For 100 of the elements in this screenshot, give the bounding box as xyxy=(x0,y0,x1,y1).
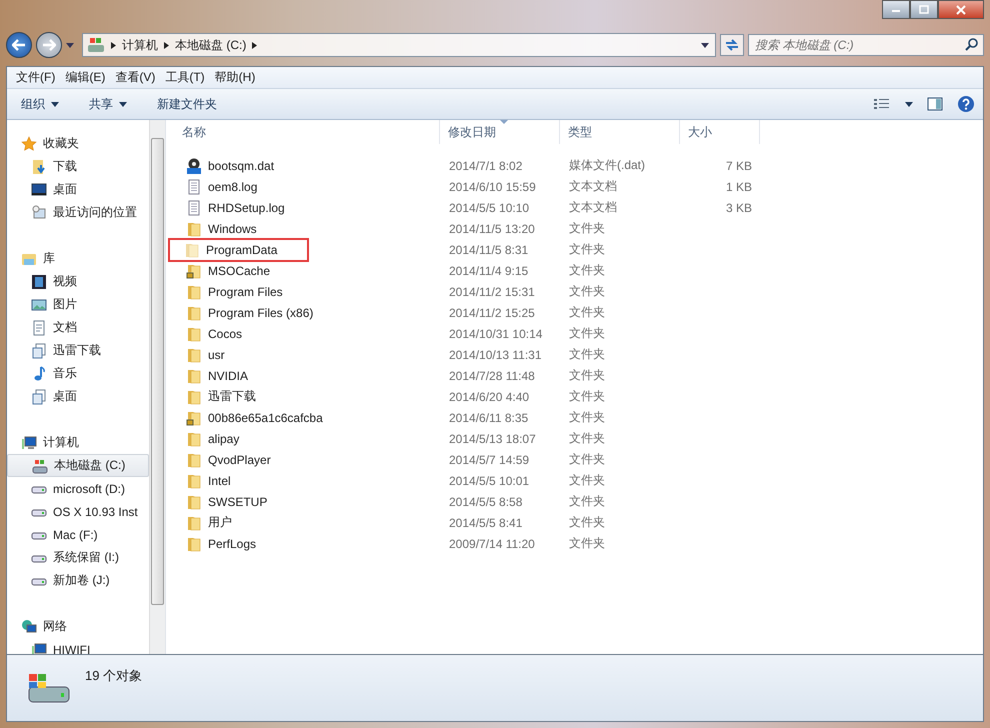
sidebar-heading[interactable]: 库 xyxy=(43,250,55,267)
sidebar-heading[interactable]: 网络 xyxy=(43,618,67,635)
scrollbar[interactable] xyxy=(149,120,165,654)
file-name[interactable]: ProgramData xyxy=(206,242,278,256)
item-count: 19 个对象 xyxy=(85,667,142,685)
sidebar-item[interactable]: 音乐 xyxy=(7,362,149,385)
picture-icon xyxy=(31,296,47,312)
maximize-button[interactable] xyxy=(910,0,938,19)
close-button[interactable] xyxy=(938,0,984,19)
toolbar-button[interactable]: 组织 xyxy=(13,92,67,116)
sidebar-item[interactable]: 迅雷下载 xyxy=(7,339,149,362)
sidebar-heading[interactable]: 计算机 xyxy=(43,434,79,451)
sidebar-item[interactable]: HIWIFI xyxy=(7,638,149,654)
sidebar-item[interactable]: 本地磁盘 (C:) xyxy=(7,454,149,477)
file-name[interactable]: QvodPlayer xyxy=(208,452,271,466)
file-name[interactable]: oem8.log xyxy=(208,180,258,194)
table-cell-text: 2009/7/14 11:20 xyxy=(448,536,536,550)
table-cell-text: 2014/10/31 10:14 xyxy=(448,326,544,340)
sidebar-item[interactable]: 图片 xyxy=(7,293,149,316)
table-cell-text: 媒体文件(.dat) xyxy=(568,157,646,174)
sidebar-item[interactable]: microsoft (D:) xyxy=(7,477,149,500)
menu-item[interactable]: 编辑(E) xyxy=(60,69,110,86)
sidebar-item[interactable]: 桌面 xyxy=(7,178,149,201)
file-name[interactable]: 迅雷下载 xyxy=(208,388,256,405)
menu-item[interactable]: 查看(V) xyxy=(110,69,160,86)
table-cell-text: 2014/11/5 13:20 xyxy=(448,222,536,236)
search-field[interactable]: 搜索 本地磁盘 (C:) xyxy=(748,34,984,56)
back-button[interactable] xyxy=(6,32,32,58)
folder-icon xyxy=(184,242,200,258)
sidebar-item[interactable]: 最近访问的位置 xyxy=(7,201,149,224)
sidebar-item[interactable]: Mac (F:) xyxy=(7,523,149,546)
star-icon xyxy=(21,136,37,152)
search-icon[interactable] xyxy=(965,38,978,51)
table-cell-text: 7 KB xyxy=(724,158,753,172)
chevron-icon[interactable] xyxy=(164,42,169,48)
folder-icon xyxy=(186,536,202,552)
table-cell-text: 文本文档 xyxy=(568,178,618,195)
chevron-icon[interactable] xyxy=(252,42,258,48)
caret-icon[interactable] xyxy=(701,42,709,48)
menu-item[interactable]: 工具(T) xyxy=(160,69,210,86)
caret-icon[interactable] xyxy=(905,102,913,106)
file-name[interactable]: Intel xyxy=(208,474,231,488)
minimize-button[interactable] xyxy=(882,0,910,19)
folder-icon xyxy=(186,304,202,320)
text-file-icon xyxy=(186,200,202,216)
refresh-button[interactable] xyxy=(720,34,744,56)
file-name[interactable]: Cocos xyxy=(208,326,242,340)
address-bar[interactable]: 计算机 本地磁盘 (C:) xyxy=(82,33,716,57)
sidebar-item[interactable]: 新加卷 (J:) xyxy=(7,569,149,592)
file-name[interactable]: alipay xyxy=(208,432,240,446)
forward-button[interactable] xyxy=(36,32,62,58)
menu-item[interactable]: 帮助(H) xyxy=(210,69,260,86)
folder-icon xyxy=(186,452,202,468)
file-name[interactable]: Program Files (x86) xyxy=(208,306,314,320)
table-cell-text: 文件夹 xyxy=(568,451,606,468)
file-name[interactable]: Windows xyxy=(208,222,257,236)
folder-icon xyxy=(186,284,202,300)
sidebar-item[interactable]: 下载 xyxy=(7,155,149,178)
table-cell-text: 文件夹 xyxy=(568,346,606,363)
sidebar-heading[interactable]: 收藏夹 xyxy=(43,135,79,152)
file-name[interactable]: RHDSetup.log xyxy=(208,200,285,214)
chevron-icon[interactable] xyxy=(111,42,116,48)
file-name[interactable]: usr xyxy=(208,348,225,362)
film-icon xyxy=(31,274,47,290)
breadcrumb[interactable]: 本地磁盘 (C:) xyxy=(175,36,246,54)
file-name[interactable]: Program Files xyxy=(208,284,283,298)
breadcrumb[interactable]: 计算机 xyxy=(122,36,158,54)
file-name[interactable]: NVIDIA xyxy=(208,368,248,382)
help-icon[interactable] xyxy=(957,95,975,113)
folder-icon xyxy=(186,326,202,342)
table-cell-text: 文件夹 xyxy=(568,304,606,321)
sidebar-item[interactable]: 系统保留 (I:) xyxy=(7,546,149,569)
sidebar-item[interactable]: OS X 10.93 Inst xyxy=(7,500,149,523)
sidebar-item[interactable]: 桌面 xyxy=(7,385,149,408)
toolbar-button[interactable]: 共享 xyxy=(81,92,135,116)
forward-arrow-icon xyxy=(42,39,56,51)
caret-icon[interactable] xyxy=(66,42,74,48)
table-cell-text: 文本文档 xyxy=(568,199,618,216)
drive-icon xyxy=(87,37,105,53)
column-header[interactable]: 类型 xyxy=(560,120,680,144)
preview-pane-icon[interactable] xyxy=(927,97,943,111)
table-cell-text: 2014/5/5 8:58 xyxy=(448,494,524,508)
sidebar-item[interactable]: 文档 xyxy=(7,316,149,339)
file-name[interactable]: 用户 xyxy=(208,514,232,531)
network-icon xyxy=(21,618,37,634)
table-cell-text: 2014/11/4 9:15 xyxy=(448,264,530,278)
view-list-icon[interactable] xyxy=(873,97,891,111)
file-name[interactable]: 00b86e65a1c6cafcba xyxy=(208,410,323,424)
menu-item[interactable]: 文件(F) xyxy=(11,69,60,86)
column-header[interactable]: 名称 xyxy=(174,120,440,144)
table-cell-text: 2014/6/10 15:59 xyxy=(448,180,537,194)
toolbar-button[interactable]: 新建文件夹 xyxy=(149,92,225,116)
column-header[interactable]: 修改日期 xyxy=(440,120,560,144)
column-header[interactable]: 大小 xyxy=(680,120,760,144)
sidebar-item[interactable]: 视频 xyxy=(7,270,149,293)
file-name[interactable]: bootsqm.dat xyxy=(208,158,274,172)
file-name[interactable]: PerfLogs xyxy=(208,536,256,550)
system-drive-icon xyxy=(32,458,48,474)
file-name[interactable]: SWSETUP xyxy=(208,494,268,508)
file-name[interactable]: MSOCache xyxy=(208,264,270,278)
